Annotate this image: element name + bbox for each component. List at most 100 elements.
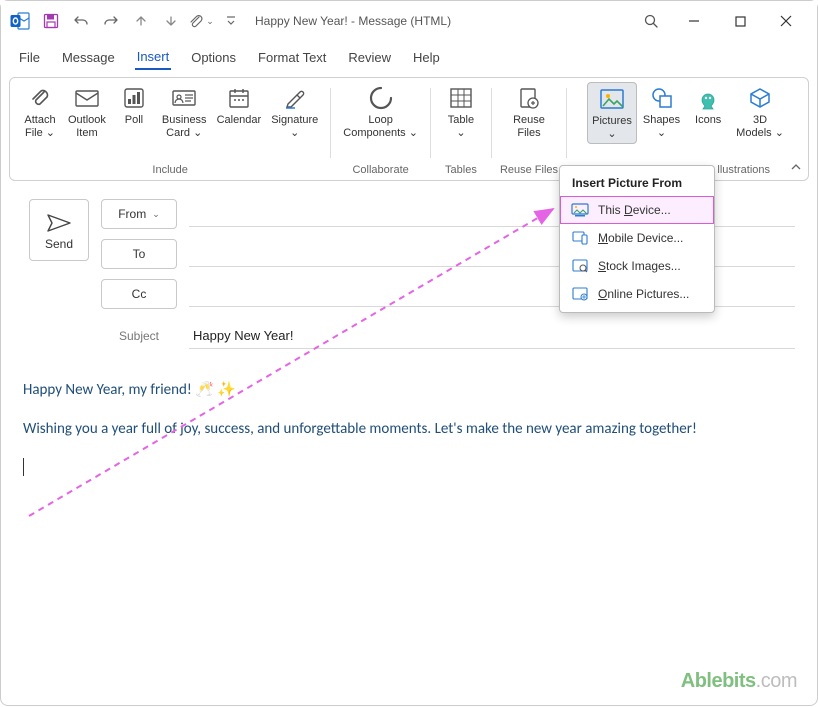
search-icon[interactable] xyxy=(631,5,671,37)
shapes-icon xyxy=(648,84,676,112)
pictures-button[interactable]: Pictures ⌄ xyxy=(587,82,637,144)
ribbon-tabs: File Message Insert Options Format Text … xyxy=(1,41,817,73)
3d-models-label: 3D Models ⌄ xyxy=(736,114,784,140)
3d-models-button[interactable]: 3D Models ⌄ xyxy=(732,82,788,144)
tab-file[interactable]: File xyxy=(17,46,42,69)
reuse-files-label: Reuse Files xyxy=(513,114,545,140)
menu-label: This Device... xyxy=(598,203,671,217)
tab-help[interactable]: Help xyxy=(411,46,442,69)
cube-icon xyxy=(746,84,774,112)
maximize-button[interactable] xyxy=(717,5,763,37)
redo-icon[interactable] xyxy=(97,7,125,35)
stock-icon xyxy=(570,258,590,274)
ribbon-group-reuse: Reuse Files Reuse Files xyxy=(494,82,564,180)
paperclip-icon xyxy=(26,84,54,112)
qat-options-icon[interactable] xyxy=(217,7,245,35)
from-label: From xyxy=(118,207,146,221)
to-button[interactable]: To xyxy=(101,239,177,269)
outlook-item-label: Outlook Item xyxy=(68,114,106,140)
business-card-icon xyxy=(170,84,198,112)
tab-format-text[interactable]: Format Text xyxy=(256,46,328,69)
calendar-icon xyxy=(225,84,253,112)
tab-insert[interactable]: Insert xyxy=(135,45,172,70)
window-controls xyxy=(671,5,809,37)
menu-title: Insert Picture From xyxy=(560,170,714,196)
body-line-1: Happy New Year, my friend! 🥂 ✨ xyxy=(23,379,795,402)
send-label: Send xyxy=(45,237,73,251)
ribbon-collapse-icon[interactable] xyxy=(790,162,802,174)
window-title: Happy New Year! - Message (HTML) xyxy=(255,14,451,28)
tab-message[interactable]: Message xyxy=(60,46,117,69)
menu-this-device[interactable]: This Device... xyxy=(560,196,714,224)
attach-file-label: Attach File ⌄ xyxy=(24,114,55,140)
reuse-files-icon xyxy=(515,84,543,112)
icons-icon xyxy=(694,84,722,112)
undo-icon[interactable] xyxy=(67,7,95,35)
menu-stock-images[interactable]: Stock Images... xyxy=(560,252,714,280)
loop-components-button[interactable]: Loop Components ⌄ xyxy=(339,82,422,142)
envelope-icon xyxy=(73,84,101,112)
nav-down-icon[interactable] xyxy=(157,7,185,35)
watermark-suffix: .com xyxy=(756,670,797,692)
watermark-brand: Ablebits xyxy=(681,670,756,692)
signature-icon xyxy=(281,84,309,112)
mobile-icon xyxy=(570,230,590,246)
text-caret xyxy=(23,458,24,476)
insert-picture-menu: Insert Picture From This Device... Mobil… xyxy=(559,165,715,313)
cc-label: Cc xyxy=(132,287,147,301)
menu-online-pictures[interactable]: Online Pictures... xyxy=(560,280,714,308)
poll-button[interactable]: Poll xyxy=(112,82,156,142)
nav-up-icon[interactable] xyxy=(127,7,155,35)
table-button[interactable]: Table ⌄ xyxy=(439,82,483,142)
outlook-app-icon xyxy=(9,10,31,32)
poll-icon xyxy=(120,84,148,112)
loop-label: Loop Components ⌄ xyxy=(343,114,418,140)
outlook-item-button[interactable]: Outlook Item xyxy=(64,82,110,142)
menu-mobile-device[interactable]: Mobile Device... xyxy=(560,224,714,252)
shapes-label: Shapes ⌄ xyxy=(643,114,680,140)
tab-options[interactable]: Options xyxy=(189,46,238,69)
title-bar: ⌄ Happy New Year! - Message (HTML) xyxy=(1,1,817,41)
message-body[interactable]: Happy New Year, my friend! 🥂 ✨ Wishing y… xyxy=(1,369,817,479)
menu-label: Mobile Device... xyxy=(598,231,683,245)
calendar-button[interactable]: Calendar xyxy=(213,82,266,142)
online-icon xyxy=(570,286,590,302)
chevron-down-icon: ⌄ xyxy=(152,209,160,220)
body-line-2: Wishing you a year full of joy, success,… xyxy=(23,418,795,441)
signature-button[interactable]: Signature ⌄ xyxy=(267,82,322,142)
signature-label: Signature ⌄ xyxy=(271,114,318,140)
menu-label: Online Pictures... xyxy=(598,287,689,301)
poll-label: Poll xyxy=(125,114,143,127)
tab-review[interactable]: Review xyxy=(346,46,393,69)
minimize-button[interactable] xyxy=(671,5,717,37)
from-button[interactable]: From ⌄ xyxy=(101,199,177,229)
menu-label: Stock Images... xyxy=(598,259,681,273)
group-label-reuse: Reuse Files xyxy=(500,164,558,176)
calendar-label: Calendar xyxy=(217,114,262,127)
table-label: Table ⌄ xyxy=(448,114,474,140)
reuse-files-button[interactable]: Reuse Files xyxy=(507,82,551,142)
ribbon-group-include: Attach File ⌄ Outlook Item Poll Business… xyxy=(12,82,328,180)
to-label: To xyxy=(133,247,146,261)
business-card-label: Business Card ⌄ xyxy=(162,114,207,140)
attach-icon[interactable]: ⌄ xyxy=(187,7,215,35)
cc-button[interactable]: Cc xyxy=(101,279,177,309)
attach-file-button[interactable]: Attach File ⌄ xyxy=(18,82,62,142)
ribbon-group-collaborate: Loop Components ⌄ Collaborate xyxy=(333,82,428,180)
close-button[interactable] xyxy=(763,5,809,37)
group-label-collaborate: Collaborate xyxy=(339,164,422,176)
shapes-button[interactable]: Shapes ⌄ xyxy=(639,82,684,144)
save-icon[interactable] xyxy=(37,7,65,35)
send-button[interactable]: Send xyxy=(29,199,89,261)
icons-label: Icons xyxy=(695,114,721,127)
business-card-button[interactable]: Business Card ⌄ xyxy=(158,82,211,142)
ribbon-separator xyxy=(330,88,331,158)
send-icon xyxy=(46,213,72,233)
subject-field[interactable] xyxy=(189,323,795,349)
table-icon xyxy=(447,84,475,112)
quick-access-toolbar: ⌄ xyxy=(37,7,245,35)
pictures-icon xyxy=(598,85,626,113)
ribbon-separator xyxy=(491,88,492,158)
icons-button[interactable]: Icons xyxy=(686,82,730,144)
group-label-include: Include xyxy=(18,164,322,176)
